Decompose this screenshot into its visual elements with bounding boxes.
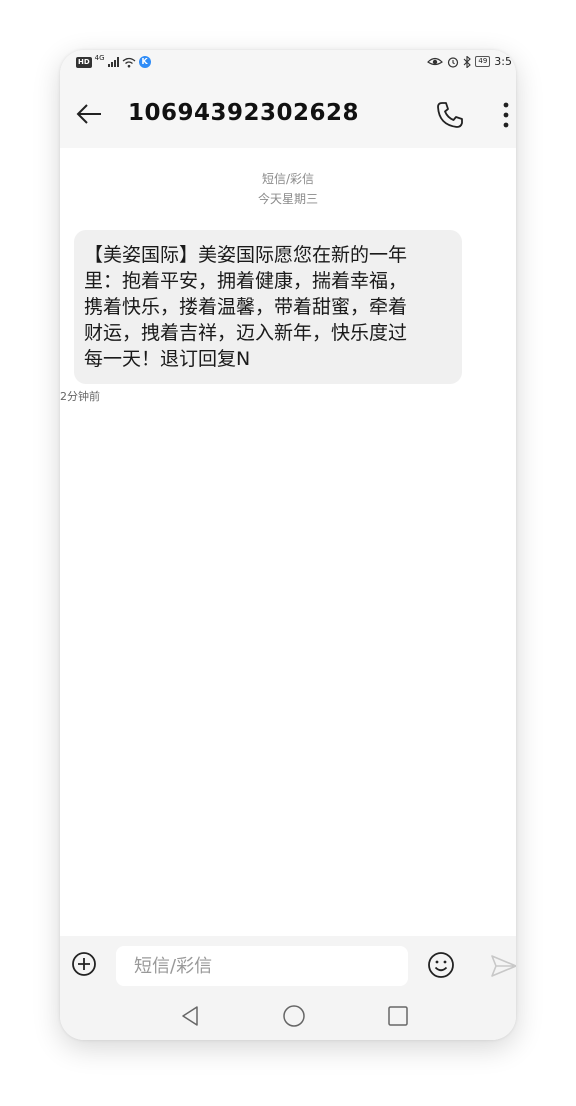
- back-arrow-icon[interactable]: [74, 100, 104, 128]
- message-timestamp: 2分钟前: [60, 390, 100, 403]
- message-line: 【美姿国际】美姿国际愿您在新的一年: [84, 244, 408, 266]
- nav-home-icon[interactable]: [282, 1004, 306, 1028]
- conversation-header: 10694392302628: [60, 76, 516, 148]
- eye-icon: [427, 57, 444, 66]
- wifi-icon: [122, 57, 135, 67]
- date-separator: 今天星期三: [257, 192, 318, 206]
- message-bubble[interactable]: 【美姿国际】美姿国际愿您在新的一年 里：抱着平安，拥着健康，揣着幸福， 携着快乐…: [74, 230, 462, 384]
- bluetooth-icon: [463, 55, 472, 68]
- battery-icon: 49: [475, 56, 491, 67]
- add-circle-icon[interactable]: [70, 950, 98, 978]
- status-bar: HD 4G K 49 3:5: [60, 50, 516, 76]
- k-app-icon: K: [138, 56, 151, 68]
- hd-badge: HD: [76, 56, 92, 68]
- contact-title: 10694392302628: [128, 100, 360, 126]
- send-icon[interactable]: [490, 954, 516, 978]
- message-line: 财运，拽着吉祥，迈入新年，快乐度过: [84, 322, 408, 344]
- network-type: 4G: [94, 54, 105, 62]
- alarm-icon: [448, 56, 459, 68]
- more-vertical-icon[interactable]: [496, 100, 516, 130]
- message-line: 每一天！退订回复N: [84, 348, 251, 370]
- phone-icon[interactable]: [434, 99, 466, 131]
- phone-screen: HD 4G K 49 3:5 10694392302628 短信/彩信 今天星期…: [60, 50, 516, 1040]
- message-thread[interactable]: 短信/彩信 今天星期三 【美姿国际】美姿国际愿您在新的一年 里：抱着平安，拥着健…: [60, 148, 516, 936]
- message-type-label: 短信/彩信: [261, 172, 315, 186]
- status-left: HD 4G K: [76, 54, 151, 68]
- compose-bar: [60, 936, 516, 992]
- message-input[interactable]: [116, 946, 408, 986]
- status-right: 49 3:5: [427, 55, 512, 68]
- signal-icon: [107, 57, 119, 67]
- nav-recent-icon[interactable]: [386, 1004, 410, 1028]
- navigation-bar: [60, 992, 516, 1040]
- nav-back-icon[interactable]: [178, 1004, 202, 1028]
- message-line: 里：抱着平安，拥着健康，揣着幸福，: [84, 270, 408, 292]
- clock: 3:5: [494, 55, 512, 68]
- emoji-icon[interactable]: [426, 950, 456, 980]
- message-line: 携着快乐，搂着温馨，带着甜蜜，牵着: [84, 296, 408, 318]
